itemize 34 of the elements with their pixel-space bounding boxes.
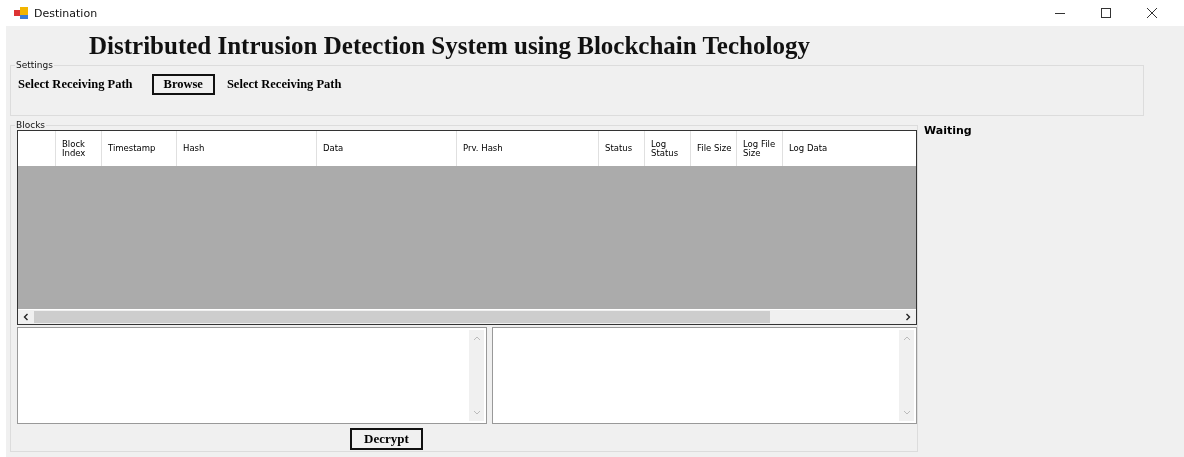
vertical-scrollbar[interactable] xyxy=(899,330,914,421)
app-heading: Distributed Intrusion Detection System using Blockchain Techology xyxy=(89,32,810,60)
horizontal-scrollbar[interactable] xyxy=(18,309,916,324)
column-header[interactable]: File Size xyxy=(691,131,737,166)
path-value: Select Receiving Path xyxy=(226,77,342,92)
scroll-right-icon[interactable] xyxy=(904,313,912,321)
close-icon[interactable] xyxy=(1146,7,1158,19)
column-header[interactable]: Prv. Hash xyxy=(457,131,599,166)
column-header[interactable]: Hash xyxy=(177,131,317,166)
column-header[interactable]: Timestamp xyxy=(102,131,177,166)
vertical-scrollbar[interactable] xyxy=(469,330,484,421)
column-header[interactable]: Status xyxy=(599,131,645,166)
maximize-icon[interactable] xyxy=(1100,7,1112,19)
decrypt-button[interactable]: Decrypt xyxy=(350,428,423,450)
scroll-up-icon[interactable] xyxy=(902,335,911,341)
window-title: Destination xyxy=(34,6,98,20)
group-title: Blocks xyxy=(15,120,47,130)
scrollbar-thumb[interactable] xyxy=(34,311,771,323)
status-label: Waiting xyxy=(924,124,972,138)
scroll-left-icon[interactable] xyxy=(22,313,30,321)
column-header[interactable]: Log Data xyxy=(783,131,903,166)
path-label: Select Receiving Path xyxy=(18,77,133,92)
scroll-down-icon[interactable] xyxy=(472,410,481,416)
group-title: Settings xyxy=(15,60,54,70)
column-header[interactable]: Log File Size xyxy=(737,131,783,166)
column-header[interactable]: Data xyxy=(317,131,457,166)
text-area[interactable] xyxy=(17,327,487,424)
browse-button[interactable]: Browse xyxy=(151,74,215,95)
column-header[interactable]: Log Status xyxy=(645,131,691,166)
app-icon xyxy=(14,7,28,19)
text-area[interactable] xyxy=(492,327,917,424)
scroll-up-icon[interactable] xyxy=(472,335,481,341)
scroll-down-icon[interactable] xyxy=(902,410,911,416)
column-header[interactable]: Block Index xyxy=(56,131,102,166)
